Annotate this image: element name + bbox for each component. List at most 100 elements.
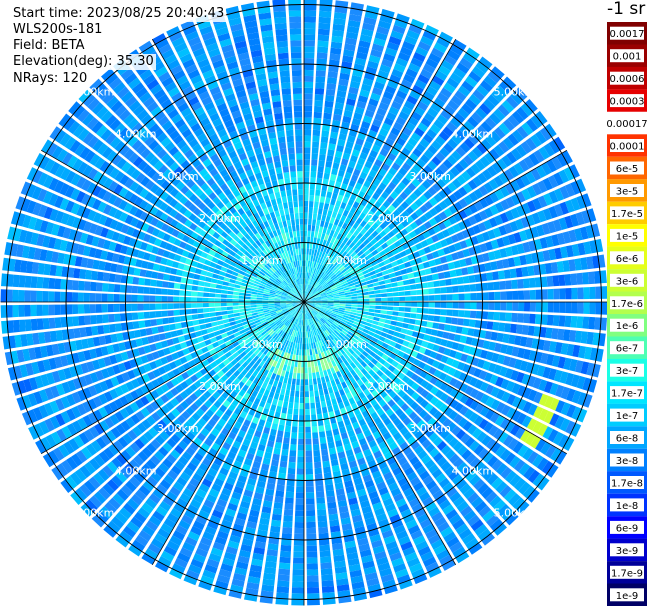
range-gate xyxy=(327,507,338,515)
range-gate xyxy=(577,302,584,314)
range-gate xyxy=(304,218,308,225)
range-gate xyxy=(197,291,204,297)
range-gate xyxy=(319,431,326,438)
range-gate xyxy=(351,307,358,310)
range-gate xyxy=(304,22,316,29)
range-gate xyxy=(570,316,578,328)
range-gate xyxy=(278,562,291,570)
range-gate xyxy=(83,292,90,302)
range-gate xyxy=(210,283,217,288)
range-gate xyxy=(462,275,470,284)
range-gate xyxy=(220,298,227,302)
range-gate xyxy=(304,135,311,142)
range-gate xyxy=(297,456,304,463)
range-gate xyxy=(155,288,162,295)
range-gate xyxy=(402,279,410,286)
range-gate xyxy=(216,315,223,321)
range-gate xyxy=(339,303,346,306)
range-gate xyxy=(386,306,394,311)
range-gate xyxy=(275,490,285,498)
range-gate xyxy=(470,293,477,301)
range-gate xyxy=(487,282,494,291)
range-gate xyxy=(42,291,49,302)
range-gate xyxy=(330,174,337,181)
range-gate xyxy=(12,305,19,318)
range-gate xyxy=(576,272,584,285)
range-gate xyxy=(458,302,465,309)
range-gate xyxy=(351,304,358,307)
range-gate xyxy=(73,268,81,279)
range-gate xyxy=(36,318,44,330)
range-gate xyxy=(541,289,548,300)
range-gate xyxy=(476,302,483,310)
range-gate xyxy=(144,278,151,286)
range-gate xyxy=(308,337,311,344)
range-gate xyxy=(132,321,140,329)
range-gate xyxy=(293,408,299,415)
range-gate xyxy=(280,544,292,552)
range-gate xyxy=(570,273,578,286)
range-gate xyxy=(565,302,572,314)
range-gate xyxy=(427,315,435,322)
range-gate xyxy=(482,292,489,301)
range-gate xyxy=(375,298,382,302)
range-gate xyxy=(173,303,180,309)
range-gate xyxy=(143,286,150,294)
range-gate xyxy=(36,304,43,316)
range-gate xyxy=(234,284,241,289)
range-gate xyxy=(173,309,180,316)
range-gate xyxy=(305,468,313,475)
range-gate xyxy=(426,274,434,282)
range-gate xyxy=(308,367,312,374)
range-gate xyxy=(299,415,304,421)
range-gate xyxy=(6,289,13,302)
range-gate xyxy=(276,484,285,492)
range-gate xyxy=(305,272,307,279)
range-gate xyxy=(316,491,325,498)
range-gate xyxy=(415,313,423,320)
range-gate xyxy=(416,289,423,295)
range-gate xyxy=(312,243,316,250)
range-gate xyxy=(330,379,336,387)
range-gate xyxy=(282,521,293,528)
range-gate xyxy=(297,444,304,451)
range-gate xyxy=(521,325,529,335)
range-gate xyxy=(196,303,203,308)
range-gate xyxy=(318,202,324,209)
range-gate xyxy=(305,397,310,404)
range-gate xyxy=(304,93,313,100)
range-gate xyxy=(145,270,153,278)
range-gate xyxy=(318,526,329,534)
range-gate xyxy=(137,295,144,302)
range-gate xyxy=(304,111,312,118)
range-gate xyxy=(314,88,325,95)
range-gate xyxy=(256,306,263,310)
range-gate xyxy=(387,297,394,302)
range-gate xyxy=(273,502,283,510)
range-gate xyxy=(410,290,417,296)
range-gate xyxy=(191,285,198,291)
range-gate xyxy=(318,28,330,36)
range-gate xyxy=(285,497,294,504)
range-gate xyxy=(77,292,84,302)
range-gate xyxy=(327,149,335,157)
range-gate xyxy=(291,360,295,367)
range-gate xyxy=(244,302,251,306)
range-gate xyxy=(308,206,313,214)
range-gate xyxy=(90,315,97,325)
range-gate xyxy=(304,153,311,160)
range-gate xyxy=(314,461,322,469)
range-gate xyxy=(329,137,337,145)
range-gate xyxy=(304,147,311,154)
range-gate xyxy=(312,141,320,148)
range-gate xyxy=(292,414,299,421)
range-gate xyxy=(305,456,313,463)
range-gate xyxy=(327,501,337,509)
range-gate xyxy=(317,40,329,48)
range-gate xyxy=(331,192,338,200)
range-gate xyxy=(72,304,79,315)
range-gate xyxy=(374,289,381,294)
range-gate xyxy=(323,203,330,210)
range-gate xyxy=(280,370,286,377)
range-gate xyxy=(406,329,414,336)
